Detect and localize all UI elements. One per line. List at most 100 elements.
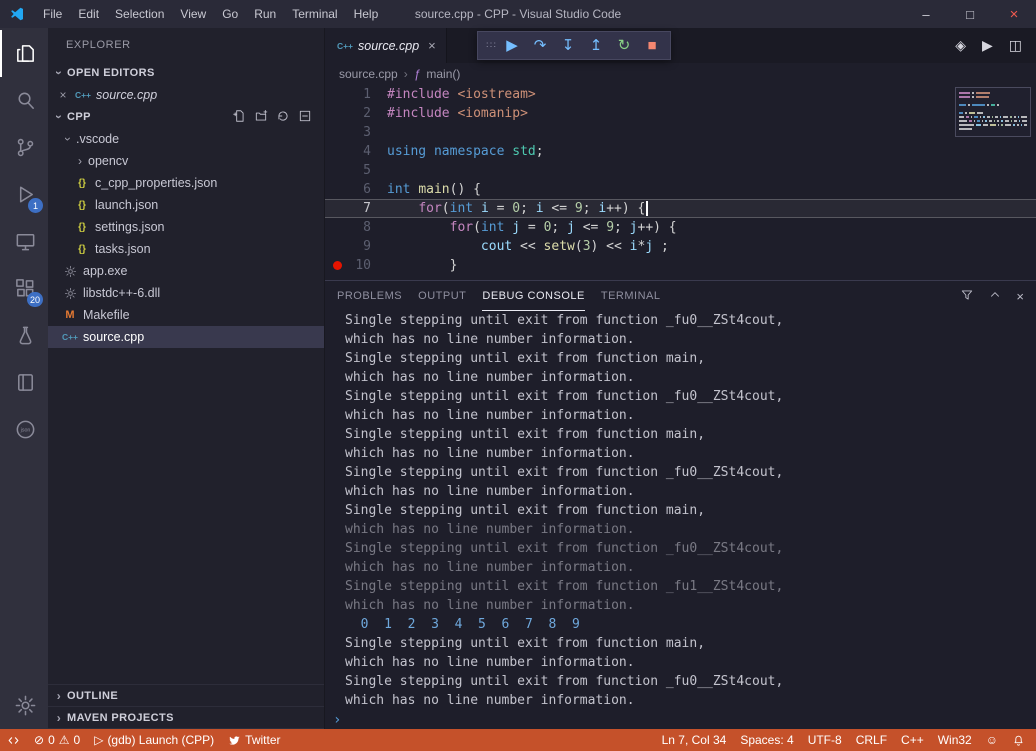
collapse-all-icon[interactable]: [298, 109, 312, 126]
step-out-icon[interactable]: ↥: [582, 32, 610, 59]
tree-item-label: Makefile: [83, 308, 130, 322]
statusbar-right: Ln 7, Col 34 Spaces: 4 UTF-8 CRLF C++ Win32 ☺: [655, 729, 1036, 751]
maximize-button[interactable]: □: [948, 0, 992, 28]
code-editor[interactable]: 1 #include <iostream> 2 #include <iomanip> 3…: [325, 85, 1036, 280]
cpp-file-icon: C++: [74, 90, 92, 100]
play-icon: ▷: [94, 733, 104, 747]
tree-item-c-cpp-properties-json[interactable]: {} c_cpp_properties.json: [48, 172, 324, 194]
open-editors-header[interactable]: › OPEN EDITORS: [48, 62, 324, 84]
section-outline[interactable]: › OUTLINE: [48, 685, 324, 707]
tab-source-cpp[interactable]: C++ source.cpp ×: [325, 28, 447, 63]
tree-item-app-exe[interactable]: app.exe: [48, 260, 324, 282]
open-changes-icon[interactable]: ◈: [955, 37, 966, 54]
close-button[interactable]: ×: [992, 0, 1036, 28]
panel-tab-output[interactable]: OUTPUT: [418, 281, 466, 311]
status-ln-7-col-34[interactable]: Ln 7, Col 34: [655, 729, 734, 751]
remote-indicator[interactable]: [0, 729, 27, 751]
drag-handle-icon[interactable]: ∷∷: [482, 32, 498, 59]
notifications-bell-icon[interactable]: [1005, 729, 1032, 751]
json-file-icon: {}: [78, 177, 86, 189]
minimap[interactable]: [955, 87, 1031, 137]
panel-tab-problems[interactable]: PROBLEMS: [337, 281, 402, 311]
status-utf-8[interactable]: UTF-8: [801, 729, 849, 751]
code-line-content: [387, 161, 1036, 180]
problems-status[interactable]: ⊘ 0 ⚠ 0: [27, 729, 87, 751]
tree-item-vscode[interactable]: › .vscode: [48, 128, 324, 150]
project-section-header[interactable]: › CPP: [48, 106, 324, 128]
menu-file[interactable]: File: [35, 0, 70, 28]
status-crlf[interactable]: CRLF: [849, 729, 894, 751]
chevron-down-icon: ›: [52, 70, 66, 76]
status-spaces-4[interactable]: Spaces: 4: [733, 729, 800, 751]
run-and-debug-icon[interactable]: 1: [0, 171, 48, 218]
menu-terminal[interactable]: Terminal: [284, 0, 345, 28]
refresh-icon[interactable]: [276, 109, 290, 126]
tree-item-libstdc-6-dll[interactable]: libstdc++-6.dll: [48, 282, 324, 304]
tree-item-opencv[interactable]: › opencv: [48, 150, 324, 172]
panel-tabs: PROBLEMS OUTPUT DEBUG CONSOLE TERMINAL: [337, 281, 676, 311]
continue-icon[interactable]: ▶: [498, 32, 526, 59]
status-win32[interactable]: Win32: [931, 729, 979, 751]
tree-item-makefile[interactable]: M Makefile: [48, 304, 324, 326]
console-line: Single stepping until exit from function…: [345, 427, 706, 442]
explorer-icon[interactable]: [0, 30, 48, 77]
breakpoint-icon[interactable]: [333, 261, 342, 270]
close-editor-icon[interactable]: ×: [56, 88, 70, 102]
code-line: 7 for(int i = 0; i <= 9; i++) {: [325, 199, 1036, 218]
line-number: 6: [363, 182, 371, 197]
breadcrumb-file[interactable]: source.cpp: [339, 67, 398, 81]
console-line: Single stepping until exit from function…: [345, 636, 706, 651]
close-panel-icon[interactable]: ×: [1016, 289, 1024, 304]
json-tools-icon[interactable]: json: [0, 406, 48, 453]
minimap-line: [959, 128, 1027, 130]
source-control-icon[interactable]: [0, 124, 48, 171]
code-line: 5: [325, 161, 1036, 180]
settings-icon[interactable]: [0, 682, 48, 729]
open-editor-item-source-cpp[interactable]: × C++ source.cpp: [48, 84, 324, 106]
panel-tab-debug-console[interactable]: DEBUG CONSOLE: [482, 281, 585, 311]
section-maven-projects[interactable]: › MAVEN PROJECTS: [48, 707, 324, 729]
restart-icon[interactable]: ↻: [610, 32, 638, 59]
feedback-icon[interactable]: ☺: [979, 729, 1005, 751]
tree-item-tasks-json[interactable]: {} tasks.json: [48, 238, 324, 260]
debug-launch-status[interactable]: ▷ (gdb) Launch (CPP): [87, 729, 221, 751]
new-file-icon[interactable]: [232, 109, 246, 126]
menu-help[interactable]: Help: [346, 0, 387, 28]
notebook-icon[interactable]: [0, 359, 48, 406]
debug-console-input[interactable]: ›: [325, 710, 1036, 729]
minimize-button[interactable]: –: [904, 0, 948, 28]
console-line: which has no line number information.: [345, 332, 635, 347]
filter-icon[interactable]: [960, 288, 974, 305]
tree-item-settings-json[interactable]: {} settings.json: [48, 216, 324, 238]
new-folder-icon[interactable]: [254, 109, 268, 126]
menu-run[interactable]: Run: [246, 0, 284, 28]
panel-tab-terminal[interactable]: TERMINAL: [601, 281, 661, 311]
testing-icon[interactable]: [0, 312, 48, 359]
step-into-icon[interactable]: ↧: [554, 32, 582, 59]
menu-edit[interactable]: Edit: [70, 0, 107, 28]
menu-go[interactable]: Go: [214, 0, 246, 28]
search-icon[interactable]: [0, 77, 48, 124]
tree-item-label: source.cpp: [83, 330, 145, 344]
stop-icon[interactable]: ■: [638, 32, 666, 59]
menu-selection[interactable]: Selection: [107, 0, 172, 28]
extensions-icon[interactable]: 20: [0, 265, 48, 312]
tree-item-label: settings.json: [95, 220, 165, 234]
twitter-status[interactable]: Twitter: [221, 729, 287, 751]
tree-item-label: launch.json: [95, 198, 159, 212]
step-over-icon[interactable]: ↷: [526, 32, 554, 59]
split-editor-icon[interactable]: ◫: [1009, 37, 1022, 54]
open-editors-label: OPEN EDITORS: [67, 67, 155, 79]
activity-bar: 1 20 json: [0, 28, 48, 729]
breadcrumb-symbol[interactable]: main(): [426, 67, 460, 81]
tree-item-launch-json[interactable]: {} launch.json: [48, 194, 324, 216]
remote-explorer-icon[interactable]: [0, 218, 48, 265]
minimap-line: [959, 104, 1027, 106]
close-tab-icon[interactable]: ×: [428, 38, 436, 53]
menu-view[interactable]: View: [172, 0, 214, 28]
run-icon[interactable]: ▶: [982, 37, 993, 54]
tree-item-source-cpp[interactable]: C++ source.cpp: [48, 326, 324, 348]
debug-console-output[interactable]: Single stepping until exit from function…: [325, 311, 1036, 710]
maximize-panel-icon[interactable]: [988, 288, 1002, 305]
status-c[interactable]: C++: [894, 729, 931, 751]
